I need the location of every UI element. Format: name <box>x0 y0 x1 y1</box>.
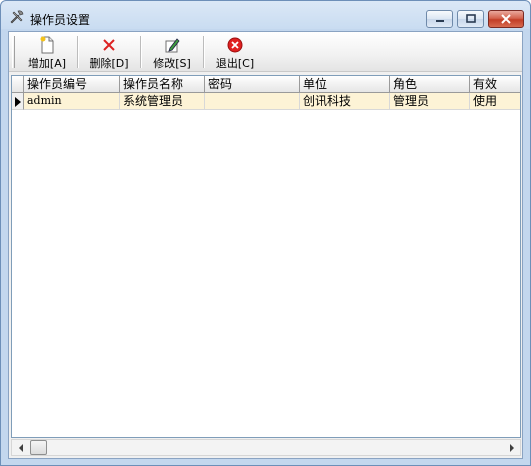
row-indicator <box>12 93 24 110</box>
client-area: 增加[A] 删除[D] 修改[S] 退出[C] 操作员编号 操作员名称 密码 单… <box>8 31 523 459</box>
add-button[interactable]: 增加[A] <box>23 34 71 70</box>
toolbar-separator <box>203 36 205 68</box>
tools-icon <box>10 10 24 24</box>
edit-pencil-icon <box>165 38 180 53</box>
exit-button[interactable]: 退出[C] <box>209 34 261 70</box>
toolbar-separator <box>140 36 142 68</box>
column-header[interactable]: 有效 <box>470 76 520 93</box>
column-header[interactable]: 密码 <box>205 76 300 93</box>
table-cell[interactable]: 创讯科技 <box>300 93 390 110</box>
table-header: 操作员编号 操作员名称 密码 单位 角色 有效 <box>12 76 520 93</box>
table-cell[interactable]: 管理员 <box>390 93 470 110</box>
row-indicator-header <box>12 76 24 93</box>
toolbar-grip[interactable] <box>12 36 15 68</box>
table-cell[interactable] <box>205 93 300 110</box>
column-header[interactable]: 操作员编号 <box>24 76 120 93</box>
column-header[interactable]: 操作员名称 <box>120 76 205 93</box>
edit-button-label: 修改[S] <box>153 57 191 70</box>
close-icon <box>501 14 511 24</box>
close-button[interactable] <box>488 10 524 28</box>
current-row-arrow-icon <box>15 97 21 107</box>
exit-circle-icon <box>227 37 243 53</box>
window-bottom-frame <box>1 432 530 465</box>
toolbar-separator <box>77 36 79 68</box>
operator-table[interactable]: 操作员编号 操作员名称 密码 单位 角色 有效 admin 系统管理员 创讯科技… <box>11 75 521 438</box>
table-cell[interactable]: 系统管理员 <box>120 93 205 110</box>
delete-button-label: 删除[D] <box>89 57 129 70</box>
add-button-label: 增加[A] <box>27 57 67 70</box>
maximize-button[interactable] <box>457 10 484 28</box>
delete-button[interactable]: 删除[D] <box>83 34 135 70</box>
table-cell[interactable]: 使用 <box>470 93 520 110</box>
title-bar[interactable]: 操作员设置 <box>1 1 530 31</box>
toolbar: 增加[A] 删除[D] 修改[S] 退出[C] <box>9 32 522 72</box>
operator-settings-window: 操作员设置 增加[A] 删除[D] 修改[S] 退出[C] 操作员编号 操作员名… <box>0 0 531 466</box>
column-header[interactable]: 角色 <box>390 76 470 93</box>
column-header[interactable]: 单位 <box>300 76 390 93</box>
window-title: 操作员设置 <box>30 13 91 27</box>
exit-button-label: 退出[C] <box>215 57 255 70</box>
table-cell[interactable]: admin <box>24 93 120 110</box>
edit-button[interactable]: 修改[S] <box>146 34 198 70</box>
minimize-button[interactable] <box>426 10 453 28</box>
maximize-icon <box>465 14 476 23</box>
minimize-icon <box>435 20 444 22</box>
new-document-icon <box>40 36 54 54</box>
delete-x-icon <box>103 39 115 51</box>
table-row[interactable]: admin 系统管理员 创讯科技 管理员 使用 <box>12 93 520 110</box>
